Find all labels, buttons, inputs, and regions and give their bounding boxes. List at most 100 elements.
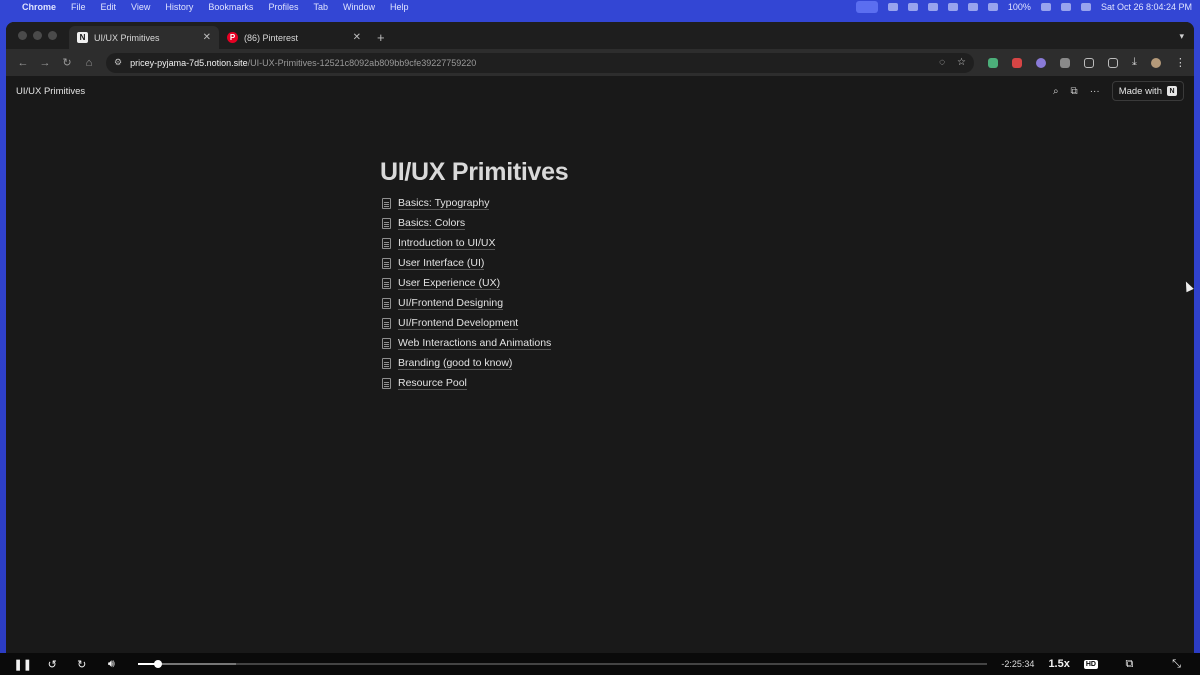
close-tab-icon[interactable]: ✕ <box>203 32 211 43</box>
extension-icon[interactable] <box>1036 57 1046 68</box>
status-icon[interactable] <box>927 3 938 11</box>
page-document-icon <box>382 337 391 349</box>
subpage-link-label: User Interface (UI) <box>398 256 485 270</box>
menu-file[interactable]: File <box>71 2 86 12</box>
bookmark-star-icon[interactable]: ☆ <box>957 57 966 68</box>
video-progress-bar[interactable] <box>138 660 988 668</box>
reading-list-icon[interactable] <box>1108 57 1118 68</box>
menu-tab[interactable]: Tab <box>313 2 328 12</box>
subpage-link-web-interactions[interactable]: Web Interactions and Animations <box>382 333 552 353</box>
subpage-link-introduction[interactable]: Introduction to UI/UX <box>382 233 551 253</box>
menu-help[interactable]: Help <box>390 2 409 12</box>
status-icon[interactable] <box>947 3 958 11</box>
extensions-puzzle-icon[interactable] <box>1084 57 1094 68</box>
page-document-icon <box>382 237 391 249</box>
notion-topbar: UI/UX Primitives ⌕ ⧉ ··· Made with N <box>6 76 1194 106</box>
subpage-link-typography[interactable]: Basics: Typography <box>382 193 551 213</box>
page-document-icon <box>382 297 391 309</box>
tab-title: (86) Pinterest <box>244 32 299 43</box>
hd-quality-icon[interactable]: HD <box>1083 659 1098 669</box>
extensions-bar: ⤓ ⋮ <box>988 56 1186 69</box>
screen-recording-icon[interactable] <box>855 1 878 13</box>
battery-percent: 100% <box>1007 2 1031 12</box>
menu-clock[interactable]: Sat Oct 26 8:04:24 PM <box>1101 2 1192 12</box>
subpage-link-frontend-development[interactable]: UI/Frontend Development <box>382 313 551 333</box>
bluetooth-icon[interactable] <box>987 3 998 11</box>
download-icon[interactable]: ⤓ <box>1132 56 1137 69</box>
fast-forward-icon[interactable]: ↻ <box>67 658 97 671</box>
subpage-link-resource-pool[interactable]: Resource Pool <box>382 373 551 393</box>
home-icon[interactable]: ⌂ <box>78 57 100 69</box>
menu-bookmarks[interactable]: Bookmarks <box>208 2 253 12</box>
battery-icon[interactable] <box>1040 3 1051 11</box>
minimize-window-button[interactable] <box>33 31 42 40</box>
tab-pinterest[interactable]: P (86) Pinterest ✕ <box>219 26 369 49</box>
back-icon[interactable]: ← <box>12 57 34 69</box>
menu-window[interactable]: Window <box>343 2 375 12</box>
wifi-icon[interactable] <box>1060 3 1071 11</box>
control-center-icon[interactable] <box>1080 3 1091 11</box>
subpage-link-label: Resource Pool <box>398 376 467 390</box>
scrubber-handle[interactable] <box>153 660 162 668</box>
notion-favicon-icon: N <box>77 32 88 43</box>
menu-edit[interactable]: Edit <box>101 2 117 12</box>
subpage-link-label: Basics: Typography <box>398 196 490 210</box>
subpage-link-user-interface[interactable]: User Interface (UI) <box>382 253 551 273</box>
page-document-icon <box>382 277 391 289</box>
chrome-menu-icon[interactable]: ⋮ <box>1175 56 1186 69</box>
subpage-link-user-experience[interactable]: User Experience (UX) <box>382 273 551 293</box>
subpage-link-label: UI/Frontend Development <box>398 316 519 330</box>
subpage-list: Basics: Typography Basics: Colors Introd… <box>382 193 552 393</box>
playback-speed-button[interactable]: 1.5x <box>1048 658 1069 670</box>
profile-avatar[interactable] <box>1150 57 1161 68</box>
duplicate-icon[interactable]: ⧉ <box>1071 86 1078 97</box>
browser-window: N UI/UX Primitives ✕ P (86) Pinterest ✕ … <box>6 22 1194 653</box>
extension-icon[interactable] <box>988 57 998 68</box>
tab-ui-ux-primitives[interactable]: N UI/UX Primitives ✕ <box>69 26 219 49</box>
exit-fullscreen-icon[interactable]: ⤡ <box>1161 658 1192 671</box>
eye-slash-icon[interactable]: ◌ <box>939 57 945 68</box>
page-document-icon <box>382 377 391 389</box>
address-bar[interactable]: ⚙ pricey-pyjama-7d5.notion.site /UI-UX-P… <box>106 52 974 73</box>
search-icon[interactable]: ⌕ <box>1053 86 1059 97</box>
status-icon[interactable] <box>967 3 978 11</box>
extension-icon[interactable] <box>1060 57 1070 68</box>
menu-bar-status-area: 100% Sat Oct 26 8:04:24 PM <box>855 1 1192 13</box>
tab-strip: N UI/UX Primitives ✕ P (86) Pinterest ✕ … <box>6 22 1194 49</box>
volume-icon[interactable]: 🔊︎ <box>97 658 127 671</box>
made-with-label: Made with <box>1118 85 1162 97</box>
window-controls <box>6 22 69 49</box>
page-title: UI/UX Primitives <box>380 158 569 186</box>
status-icon[interactable] <box>887 3 898 11</box>
reload-icon[interactable]: ↻ <box>56 56 78 69</box>
time-remaining: -2:25:34 <box>1001 659 1035 669</box>
rewind-icon[interactable]: ↺ <box>38 658 68 671</box>
subpage-link-branding[interactable]: Branding (good to know) <box>382 353 551 373</box>
subpage-link-colors[interactable]: Basics: Colors <box>382 213 551 233</box>
tab-search-chevron-icon[interactable]: ▾ <box>1169 31 1194 49</box>
site-info-icon[interactable]: ⚙ <box>114 57 122 68</box>
made-with-notion-button[interactable]: Made with N <box>1111 81 1184 101</box>
subpage-link-frontend-designing[interactable]: UI/Frontend Designing <box>382 293 551 313</box>
notion-logo-icon: N <box>1167 86 1177 96</box>
menu-history[interactable]: History <box>165 2 193 12</box>
zoom-window-button[interactable] <box>48 31 57 40</box>
pause-icon[interactable]: ❚❚ <box>8 658 38 671</box>
page-document-icon <box>382 357 391 369</box>
more-options-icon[interactable]: ··· <box>1090 86 1100 97</box>
breadcrumb[interactable]: UI/UX Primitives <box>16 86 85 97</box>
menu-view[interactable]: View <box>131 2 150 12</box>
extension-icon[interactable] <box>1012 57 1022 68</box>
forward-icon[interactable]: → <box>34 57 56 69</box>
status-icon[interactable] <box>907 3 918 11</box>
close-window-button[interactable] <box>18 31 27 40</box>
menu-profiles[interactable]: Profiles <box>268 2 298 12</box>
subpage-link-label: User Experience (UX) <box>398 276 501 290</box>
menu-app-name[interactable]: Chrome <box>22 2 56 12</box>
video-player-controls: ❚❚ ↺ ↻ 🔊︎ -2:25:34 1.5x HD ⧉ ⤡ <box>0 653 1200 675</box>
page-document-icon <box>382 197 391 209</box>
picture-in-picture-icon[interactable]: ⧉ <box>1114 658 1145 671</box>
new-tab-button[interactable]: + <box>369 30 393 49</box>
page-document-icon <box>382 317 391 329</box>
close-tab-icon[interactable]: ✕ <box>353 32 361 43</box>
